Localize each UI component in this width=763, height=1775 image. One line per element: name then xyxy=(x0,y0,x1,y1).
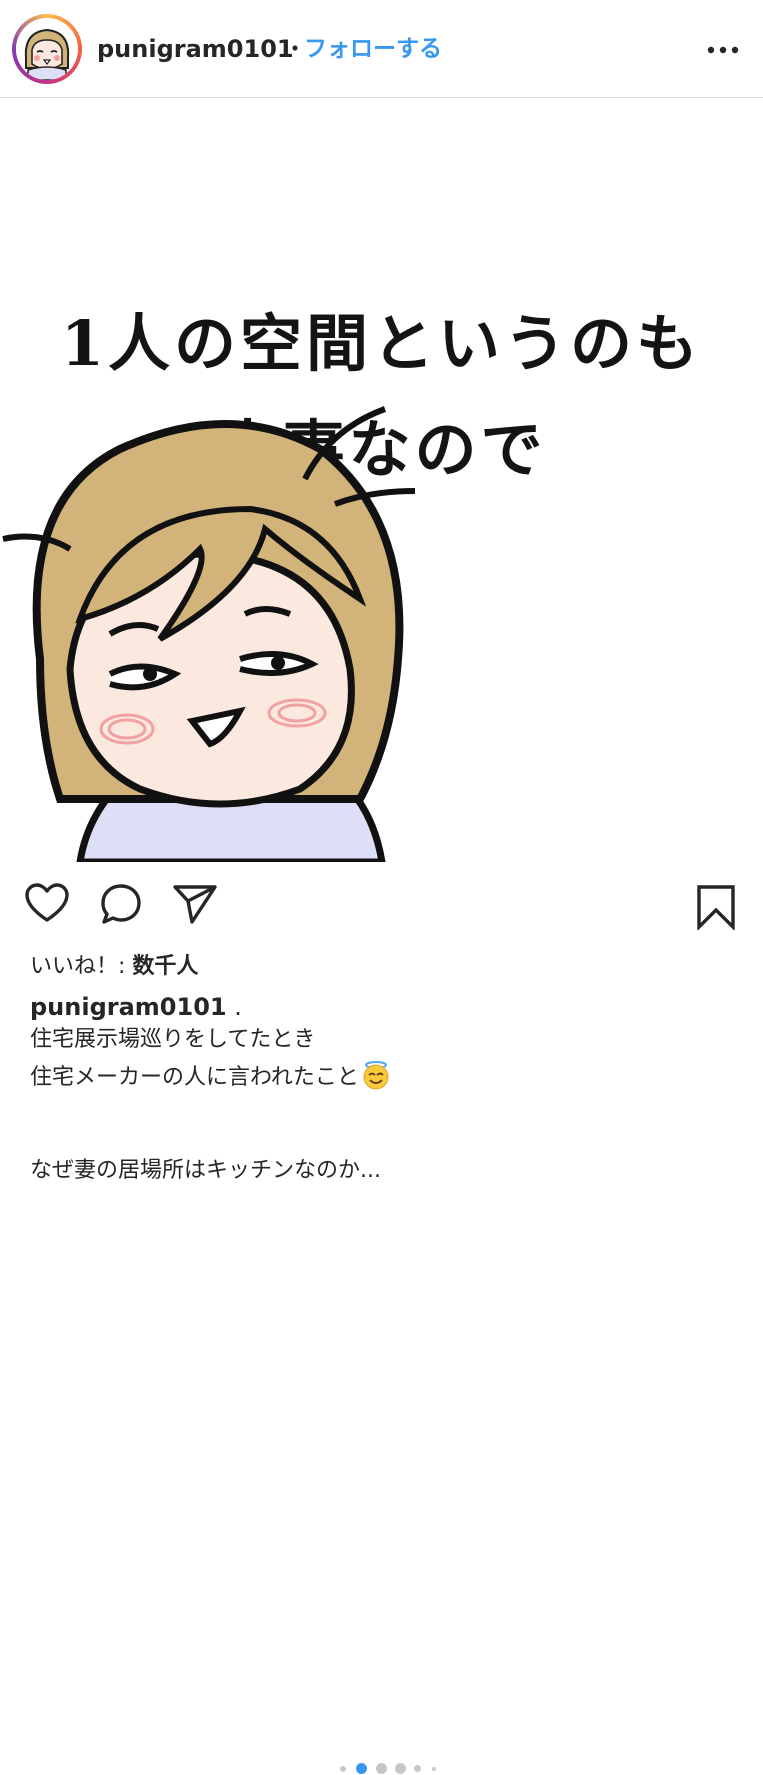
carousel-dot xyxy=(432,1767,436,1771)
likes-label: いいね！: xyxy=(30,954,133,979)
caption-username-text[interactable]: punigram0101 xyxy=(30,993,227,1021)
caption-line2-text: 住宅メーカーの人に言われたこと xyxy=(30,1065,359,1090)
caption-line2: 住宅メーカーの人に言われたこと xyxy=(30,1060,391,1094)
image-caption-line1: 1人の空間というのも xyxy=(60,307,703,380)
likes-value: 数千人 xyxy=(132,954,199,979)
post-username[interactable]: punigram0101 xyxy=(97,34,294,64)
more-options-icon[interactable] xyxy=(705,38,741,62)
carousel-dot-active xyxy=(356,1763,367,1774)
share-icon[interactable] xyxy=(172,883,218,929)
comment-icon[interactable] xyxy=(99,883,143,931)
carousel-dot xyxy=(414,1765,421,1772)
post-image[interactable]: 1人の空間というのも 大事なので xyxy=(0,99,763,862)
post-header: punigram0101 ・ フォローする xyxy=(0,0,763,98)
carousel-dot xyxy=(395,1763,406,1774)
heart-icon[interactable] xyxy=(24,882,70,928)
carousel-dot xyxy=(340,1766,346,1772)
smiling-face-with-halo-icon xyxy=(361,1060,391,1090)
carousel-dot xyxy=(376,1763,387,1774)
caption-line3: なぜ妻の居場所はキッチンなのか... xyxy=(30,1158,381,1183)
user-avatar-icon xyxy=(16,18,78,80)
bookmark-icon[interactable] xyxy=(695,884,737,934)
follow-button[interactable]: フォローする xyxy=(304,34,442,64)
avatar[interactable] xyxy=(12,14,82,84)
caption-line1: 住宅展示場巡りをしてたとき xyxy=(30,1027,316,1052)
post-actions xyxy=(0,862,763,1774)
caption-username-suffix: . xyxy=(226,993,242,1021)
likes-count[interactable]: いいね！: 数千人 xyxy=(30,952,198,982)
caption-username[interactable]: punigram0101 . xyxy=(30,991,242,1023)
image-caption-line2: 大事なので xyxy=(216,413,547,486)
